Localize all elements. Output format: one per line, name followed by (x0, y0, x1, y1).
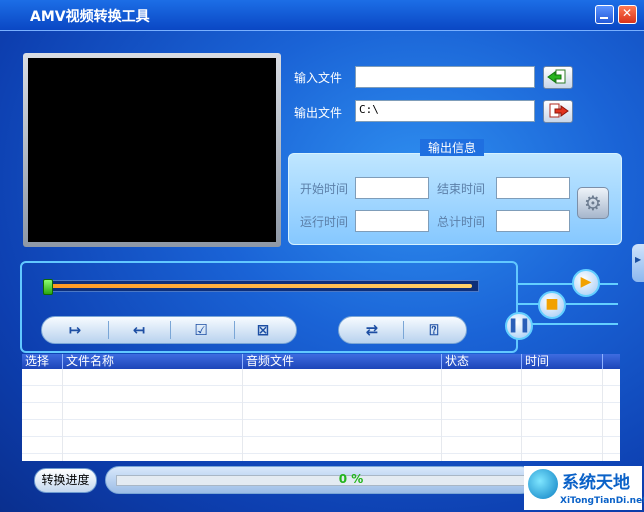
column-header-select[interactable]: 选择 (22, 354, 63, 369)
watermark-main-text: 系统天地 (562, 473, 630, 493)
help-button[interactable]: ⍰ (403, 317, 465, 343)
column-header-status[interactable]: 状态 (442, 354, 522, 369)
output-file-label: 输出文件 (294, 106, 343, 120)
side-expand-tab[interactable] (632, 244, 644, 282)
input-file-field[interactable] (355, 66, 535, 88)
export-file-icon (549, 103, 569, 118)
play-icon: ▶ (580, 274, 592, 290)
pause-button[interactable]: ❚❚ (505, 312, 533, 340)
progress-text: 0 % (338, 472, 364, 486)
convert-help-toolbar: ⇄ ⍰ (338, 316, 467, 344)
title-bar[interactable]: AMV视频转换工具 (0, 0, 644, 31)
convert-button[interactable]: ⇄ (341, 317, 403, 343)
stop-button[interactable]: ■ (538, 291, 566, 319)
video-preview (23, 53, 281, 247)
table-row[interactable] (22, 386, 620, 403)
run-time-field[interactable] (355, 210, 429, 232)
pause-icon: ❚❚ (507, 317, 531, 333)
end-time-field[interactable] (496, 177, 570, 199)
mark-start-button[interactable]: ↦ (44, 317, 106, 343)
browse-input-button[interactable] (543, 66, 573, 89)
stop-icon: ■ (545, 296, 559, 312)
delete-icon: ⊠ (256, 321, 270, 339)
settings-button[interactable]: ⚙ (577, 187, 609, 219)
table-row[interactable] (22, 437, 620, 454)
browse-output-button[interactable] (543, 100, 573, 123)
delete-button[interactable]: ⊠ (232, 317, 294, 343)
site-watermark: 系统天地 XiTongTianDi.net (524, 466, 644, 510)
end-time-label: 结束时间 (437, 182, 486, 196)
start-time-label: 开始时间 (300, 182, 349, 196)
table-header: 选择 文件名称 音频文件 状态 时间 (22, 354, 620, 369)
settings-gear-icon: ⚙ (584, 191, 602, 215)
add-end-icon: ↤ (132, 321, 146, 339)
close-button[interactable] (618, 5, 637, 24)
check-button[interactable]: ☑ (170, 317, 232, 343)
add-start-icon: ↦ (68, 321, 82, 339)
column-header-time[interactable]: 时间 (522, 354, 603, 369)
minimize-button[interactable] (595, 5, 614, 24)
start-time-field[interactable] (355, 177, 429, 199)
watermark-logo-icon (528, 469, 558, 499)
run-time-label: 运行时间 (300, 215, 349, 229)
mark-end-button[interactable]: ↤ (108, 317, 170, 343)
output-info-panel (288, 153, 622, 245)
output-file-field[interactable]: C:\ (355, 100, 535, 122)
table-row[interactable] (22, 420, 620, 437)
table-row[interactable] (22, 369, 620, 386)
video-screen (28, 58, 276, 242)
file-list-table[interactable]: 选择 文件名称 音频文件 状态 时间 (22, 354, 620, 461)
convert-icon: ⇄ (365, 321, 379, 339)
table-row[interactable] (22, 403, 620, 420)
help-icon: ⍰ (429, 321, 439, 339)
progress-panel: 0 % (105, 466, 535, 494)
input-file-label: 输入文件 (294, 71, 343, 85)
output-info-title: 输出信息 (420, 139, 484, 156)
seek-thumb[interactable] (43, 279, 53, 295)
total-time-label: 总计时间 (437, 215, 486, 229)
column-header-audio[interactable]: 音频文件 (243, 354, 442, 369)
seek-track-fill (48, 284, 472, 288)
seek-track[interactable] (45, 280, 479, 292)
import-file-icon (547, 69, 566, 84)
watermark-sub-text: XiTongTianDi.net (560, 496, 644, 506)
app-window: AMV视频转换工具 输入文件 输出文件 C:\ 输出信息 开始时间 结束时间 运… (0, 0, 644, 512)
file-action-toolbar: ↦ ↤ ☑ ⊠ (41, 316, 297, 344)
total-time-field[interactable] (496, 210, 570, 232)
check-icon: ☑ (194, 321, 208, 339)
play-button[interactable]: ▶ (572, 269, 600, 297)
column-header-filename[interactable]: 文件名称 (63, 354, 243, 369)
convert-progress-button[interactable]: 转换进度 (34, 468, 97, 493)
window-title: AMV视频转换工具 (30, 9, 150, 25)
